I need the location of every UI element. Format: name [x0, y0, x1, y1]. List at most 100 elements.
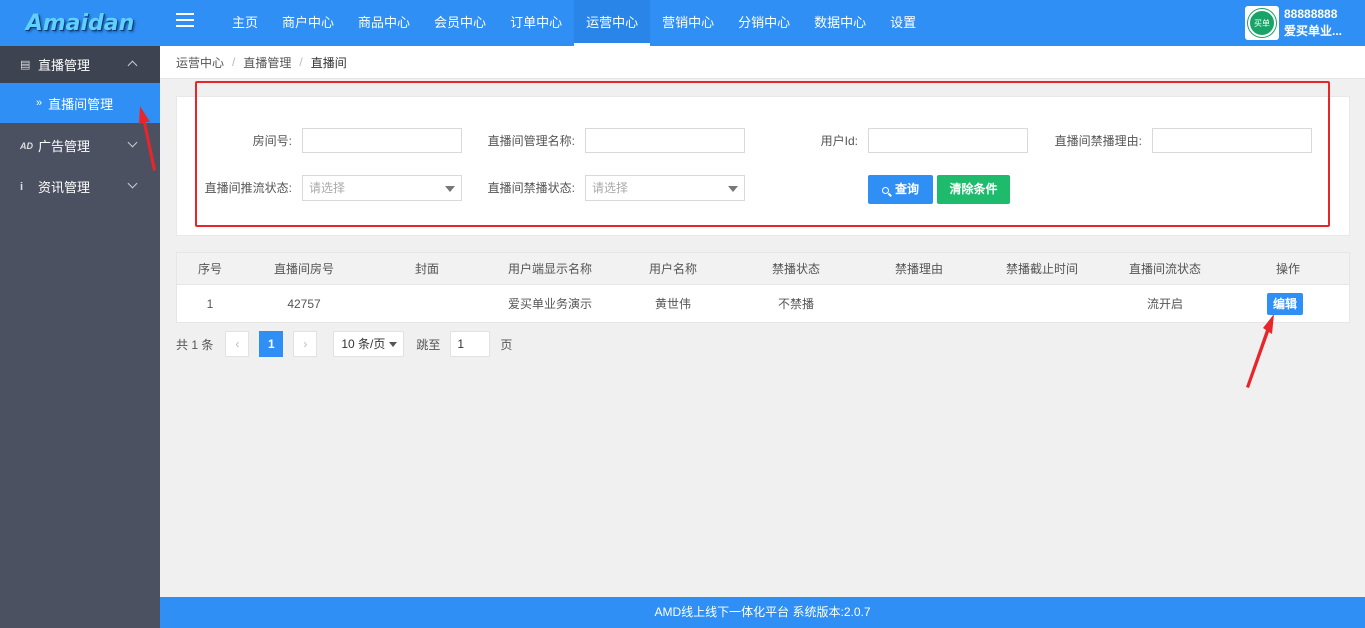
chevron-up-icon: [127, 60, 138, 71]
nav-distribution[interactable]: 分销中心: [726, 0, 802, 46]
col-room-no: 直播间房号: [273, 262, 334, 276]
ban-status-select[interactable]: 请选择: [585, 175, 745, 201]
menu-toggle-icon[interactable]: [176, 13, 194, 29]
page-suffix: 页: [500, 337, 513, 352]
chevron-down-icon: [127, 137, 138, 148]
search-panel: [176, 96, 1350, 236]
nav-order[interactable]: 订单中心: [498, 0, 574, 46]
breadcrumb-separator: /: [232, 55, 236, 69]
breadcrumb-item-operation[interactable]: 运营中心: [176, 54, 224, 71]
table-row: 1 42757 爱买单业务演示 黄世伟 不禁播 流开启 编辑: [177, 286, 1349, 323]
sidebar-group-label: 资讯管理: [38, 180, 91, 195]
jump-label: 跳至: [416, 337, 441, 352]
ad-icon: AD: [20, 140, 33, 151]
col-ban-until: 禁播截止时间: [1005, 262, 1078, 276]
double-chevron-icon: »: [36, 97, 43, 109]
nav-marketing[interactable]: 营销中心: [650, 0, 726, 46]
col-action: 操作: [1275, 262, 1300, 276]
clear-button[interactable]: 清除条件: [937, 175, 1010, 204]
chevron-right-icon: ›: [303, 337, 308, 351]
col-stream-status: 直播间流状态: [1128, 262, 1201, 276]
top-nav: 主页 商户中心 商品中心 会员中心 订单中心 运营中心 营销中心 分销中心 数据…: [220, 0, 928, 46]
live-room-table: 序号 直播间房号 封面 用户端显示名称 用户名称 禁播状态 禁播理由 禁播截止时…: [176, 252, 1350, 323]
sidebar-item-label: 直播间管理: [48, 96, 114, 112]
room-name-label: 直播间管理名称:: [487, 134, 575, 148]
push-status-placeholder: 请选择: [309, 181, 346, 195]
cell-ban-status: 不禁播: [777, 297, 814, 311]
breadcrumb-item-room: 直播间: [310, 55, 347, 70]
ban-status-label: 直播间禁播状态:: [487, 181, 575, 195]
breadcrumb-item-live[interactable]: 直播管理: [243, 54, 291, 71]
next-page-button[interactable]: ›: [293, 331, 318, 357]
user-id-label: 用户Id:: [820, 134, 858, 148]
sidebar-group-info[interactable]: i 资讯管理: [0, 168, 160, 205]
col-ban-status: 禁播状态: [771, 262, 820, 276]
room-no-input[interactable]: [302, 128, 462, 153]
user-info: 88888888 爱买单业...: [1284, 6, 1342, 40]
table-header: 序号 直播间房号 封面 用户端显示名称 用户名称 禁播状态 禁播理由 禁播截止时…: [177, 253, 1349, 285]
cell-room-no: 42757: [287, 297, 321, 311]
search-icon: [881, 187, 889, 194]
footer: AMD线上线下一体化平台 系统版本:2.0.7: [160, 597, 1365, 628]
caret-down-icon: [445, 186, 455, 192]
avatar: 买单: [1245, 6, 1279, 40]
room-no-label: 房间号:: [252, 134, 292, 148]
edit-button[interactable]: 编辑: [1267, 293, 1303, 315]
nav-data[interactable]: 数据中心: [802, 0, 878, 46]
ban-reason-label: 直播间禁播理由:: [1054, 134, 1142, 148]
ban-reason-input[interactable]: [1152, 128, 1312, 153]
breadcrumb: 运营中心 / 直播管理 / 直播间: [160, 46, 1365, 79]
col-cover: 封面: [414, 262, 439, 276]
cell-display-name: 爱买单业务演示: [507, 297, 592, 311]
user-menu[interactable]: 买单 88888888 爱买单业...: [1245, 3, 1342, 43]
caret-down-icon: [728, 186, 738, 192]
sidebar-group-live[interactable]: ▤ 直播管理: [0, 46, 160, 83]
jump-page-input[interactable]: [450, 331, 491, 357]
page-size-value: 10 条/页: [341, 337, 386, 351]
page-size-select[interactable]: 10 条/页: [333, 331, 405, 357]
user-id: 88888888: [1284, 7, 1338, 21]
sidebar: ▤ 直播管理 » 直播间管理 AD 广告管理 i 资讯管理: [0, 46, 160, 628]
chevron-down-icon: [127, 178, 138, 189]
nav-operation[interactable]: 运营中心: [574, 0, 651, 46]
top-header: Amaidan 主页 商户中心 商品中心 会员中心 订单中心 运营中心 营销中心…: [0, 0, 1365, 46]
nav-settings[interactable]: 设置: [878, 0, 928, 46]
ban-status-placeholder: 请选择: [592, 181, 629, 195]
breadcrumb-separator: /: [299, 55, 303, 69]
info-icon: i: [20, 180, 24, 193]
clear-button-label: 清除条件: [949, 182, 998, 196]
user-id-input[interactable]: [868, 128, 1028, 153]
cell-cover: [365, 286, 489, 323]
list-icon: ▤: [20, 59, 31, 71]
cell-ban-until: [981, 286, 1103, 323]
sidebar-group-label: 直播管理: [38, 58, 91, 73]
col-display-name: 用户端显示名称: [507, 262, 592, 276]
total-count: 共 1 条: [176, 337, 214, 352]
logo[interactable]: Amaidan: [0, 0, 160, 46]
col-ban-reason: 禁播理由: [894, 262, 943, 276]
nav-home[interactable]: 主页: [220, 0, 270, 46]
nav-merchant[interactable]: 商户中心: [270, 0, 346, 46]
caret-down-icon: [389, 342, 398, 347]
col-index: 序号: [197, 262, 222, 276]
col-user-name: 用户名称: [648, 262, 697, 276]
query-button[interactable]: 查询: [868, 175, 933, 204]
sidebar-item-live-room[interactable]: » 直播间管理: [0, 83, 160, 123]
push-status-select[interactable]: 请选择: [302, 175, 462, 201]
nav-member[interactable]: 会员中心: [422, 0, 498, 46]
cell-ban-reason: [857, 286, 981, 323]
sidebar-group-label: 广告管理: [38, 139, 91, 154]
cell-stream-status: 流开启: [1146, 297, 1183, 311]
prev-page-button[interactable]: ‹: [225, 331, 250, 357]
logo-text: Amaidan: [25, 10, 135, 36]
page-button[interactable]: 1: [259, 331, 284, 357]
user-name: 爱买单业...: [1284, 24, 1343, 38]
nav-goods[interactable]: 商品中心: [346, 0, 422, 46]
cell-index: 1: [206, 297, 214, 311]
pagination: 共 1 条 ‹ 1 › 10 条/页 跳至 页: [176, 331, 512, 357]
room-name-input[interactable]: [585, 128, 745, 153]
avatar-logo-icon: 买单: [1248, 9, 1276, 37]
sidebar-group-ad[interactable]: AD 广告管理: [0, 127, 160, 164]
query-button-label: 查询: [894, 182, 919, 196]
cell-user-name: 黄世伟: [654, 297, 691, 311]
